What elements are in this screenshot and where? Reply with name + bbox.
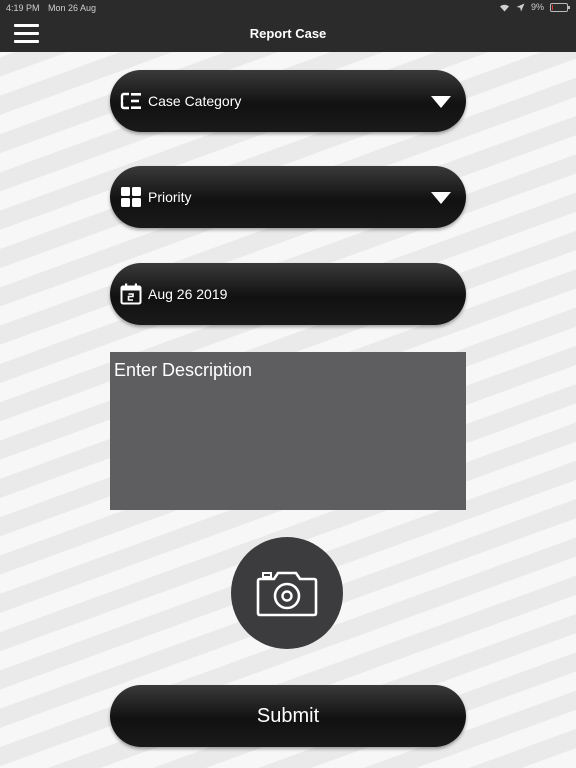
grid-icon <box>121 187 141 207</box>
battery-icon <box>550 2 570 12</box>
camera-button[interactable] <box>231 537 343 649</box>
date-value: Aug 26 2019 <box>148 286 228 302</box>
chevron-down-icon <box>431 192 451 204</box>
submit-button[interactable]: Submit <box>110 685 466 747</box>
status-bar: 4:19 PM Mon 26 Aug 9% <box>0 0 576 16</box>
date-picker[interactable]: Aug 26 2019 <box>110 263 466 325</box>
priority-dropdown[interactable]: Priority <box>110 166 466 228</box>
calendar-icon <box>120 283 142 305</box>
description-field[interactable] <box>110 352 466 510</box>
wifi-icon <box>499 4 509 11</box>
nav-bar: Report Case <box>0 16 576 52</box>
status-time: 4:19 PM <box>6 3 40 13</box>
case-category-dropdown[interactable]: Case Category <box>110 70 466 132</box>
category-list-icon <box>120 92 141 110</box>
location-arrow-icon <box>516 3 525 11</box>
page-title: Report Case <box>249 26 327 41</box>
case-category-label: Case Category <box>148 93 242 109</box>
chevron-down-icon <box>431 96 451 108</box>
status-date: Mon 26 Aug <box>48 3 97 13</box>
status-right-group: 9% <box>499 2 570 12</box>
camera-icon <box>256 571 318 617</box>
battery-percent: 9% <box>530 2 544 12</box>
priority-label: Priority <box>148 189 192 205</box>
